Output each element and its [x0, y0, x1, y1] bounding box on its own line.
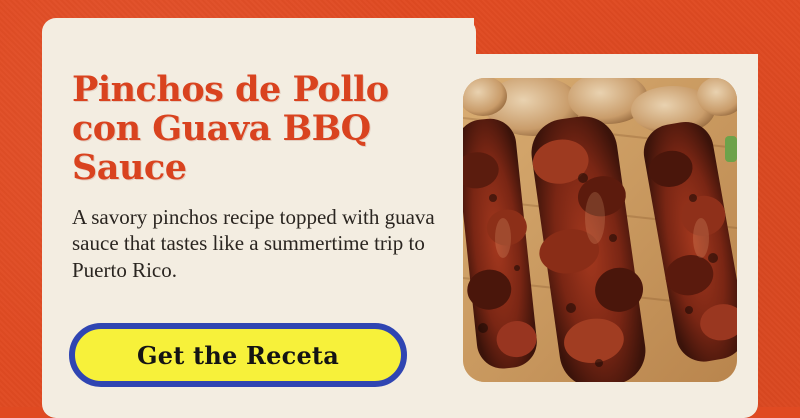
get-recipe-button-label: Get the Receta — [137, 340, 339, 370]
recipe-description: A savory pinchos recipe topped with guav… — [72, 205, 435, 282]
get-recipe-button[interactable]: Get the Receta — [69, 323, 407, 387]
grilled-chicken-skewers-photo — [463, 78, 737, 382]
recipe-photo — [463, 78, 737, 382]
recipe-title: Pinchos de Pollo con Guava BBQ Sauce — [72, 69, 389, 189]
